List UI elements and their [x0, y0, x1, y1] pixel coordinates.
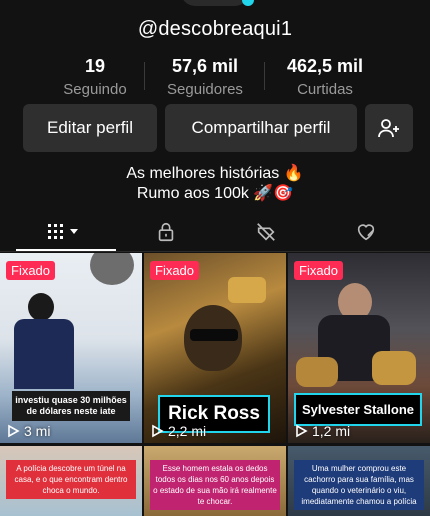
thumbnail-person-head	[28, 293, 54, 321]
tab-saved[interactable]	[216, 212, 316, 251]
stat-following[interactable]: 19 Seguindo	[45, 56, 145, 98]
video-thumbnail[interactable]: Fixado Sylvester Stallone 1,2 mi	[288, 253, 430, 443]
play-icon	[8, 424, 20, 438]
video-thumbnail[interactable]: Esse homem estala os dedos todos os dias…	[144, 446, 286, 516]
thumbnail-dumbbell	[372, 351, 416, 385]
stat-following-value: 19	[84, 56, 106, 76]
tab-private[interactable]	[116, 212, 216, 251]
share-profile-button[interactable]: Compartilhar perfil	[165, 104, 357, 152]
profile-tabs	[0, 212, 430, 252]
video-thumbnail[interactable]: Fixado investiu quase 30 milhões de dóla…	[0, 253, 142, 443]
avatar[interactable]	[181, 0, 249, 6]
edit-profile-button[interactable]: Editar perfil	[23, 104, 157, 152]
video-caption: investiu quase 30 milhões de dólares nes…	[12, 391, 130, 421]
tab-videos[interactable]	[16, 212, 116, 251]
view-count-text: 2,2 mi	[168, 423, 207, 439]
thumbnail-person-body	[14, 319, 74, 389]
view-count-text: 1,2 mi	[312, 423, 351, 439]
video-caption: Esse homem estala os dedos todos os dias…	[150, 460, 280, 510]
stat-likes-label: Curtidas	[297, 81, 353, 98]
stat-followers-value: 57,6 mil	[171, 56, 239, 76]
stat-likes-value: 462,5 mil	[286, 56, 364, 76]
view-count: 2,2 mi	[150, 423, 206, 439]
play-icon	[152, 424, 164, 438]
profile-bio: As melhores histórias 🔥 Rumo aos 100k 🚀🎯	[0, 164, 430, 204]
add-friend-button[interactable]	[365, 104, 413, 152]
liked-icon	[357, 223, 375, 240]
stat-likes[interactable]: 462,5 mil Curtidas	[265, 56, 385, 98]
view-count: 1,2 mi	[294, 423, 350, 439]
profile-actions: Editar perfil Compartilhar perfil	[23, 104, 413, 152]
video-grid: Fixado investiu quase 30 milhões de dóla…	[0, 253, 430, 516]
video-caption: A polícia descobre um túnel na casa, e o…	[6, 460, 136, 499]
bio-line-1: As melhores histórias 🔥	[126, 165, 304, 182]
grid-icon	[48, 223, 78, 239]
thumbnail-background-shape	[90, 253, 134, 285]
video-caption: Sylvester Stallone	[294, 393, 422, 426]
thumbnail-sunglasses	[190, 329, 238, 341]
play-icon	[296, 424, 308, 438]
pinned-badge: Fixado	[294, 261, 344, 280]
add-user-icon	[378, 119, 399, 138]
stat-followers-label: Seguidores	[167, 81, 243, 98]
profile-username: @descobreaqui1	[137, 18, 293, 40]
thumbnail-dumbbell	[296, 357, 338, 387]
pinned-badge: Fixado	[150, 261, 200, 280]
view-count-text: 3 mi	[24, 423, 51, 439]
stat-followers[interactable]: 57,6 mil Seguidores	[145, 56, 265, 98]
saved-icon	[257, 222, 275, 241]
bio-line-2: Rumo aos 100k 🚀🎯	[136, 185, 294, 202]
profile-stats: 19 Seguindo 57,6 mil Seguidores 462,5 mi…	[0, 56, 430, 98]
stat-following-label: Seguindo	[63, 81, 127, 98]
video-thumbnail[interactable]: Uma mulher comprou este cachorro para su…	[288, 446, 430, 516]
avatar-add-badge[interactable]	[242, 0, 254, 6]
pinned-badge: Fixado	[6, 261, 56, 280]
lock-icon	[158, 222, 174, 241]
tab-liked[interactable]	[316, 212, 416, 251]
thumbnail-gold-watch	[228, 277, 266, 303]
video-thumbnail[interactable]: A polícia descobre um túnel na casa, e o…	[0, 446, 142, 516]
video-thumbnail[interactable]: Fixado Rick Ross 2,2 mi	[144, 253, 286, 443]
view-count: 3 mi	[6, 423, 50, 439]
video-caption: Uma mulher comprou este cachorro para su…	[294, 460, 424, 510]
